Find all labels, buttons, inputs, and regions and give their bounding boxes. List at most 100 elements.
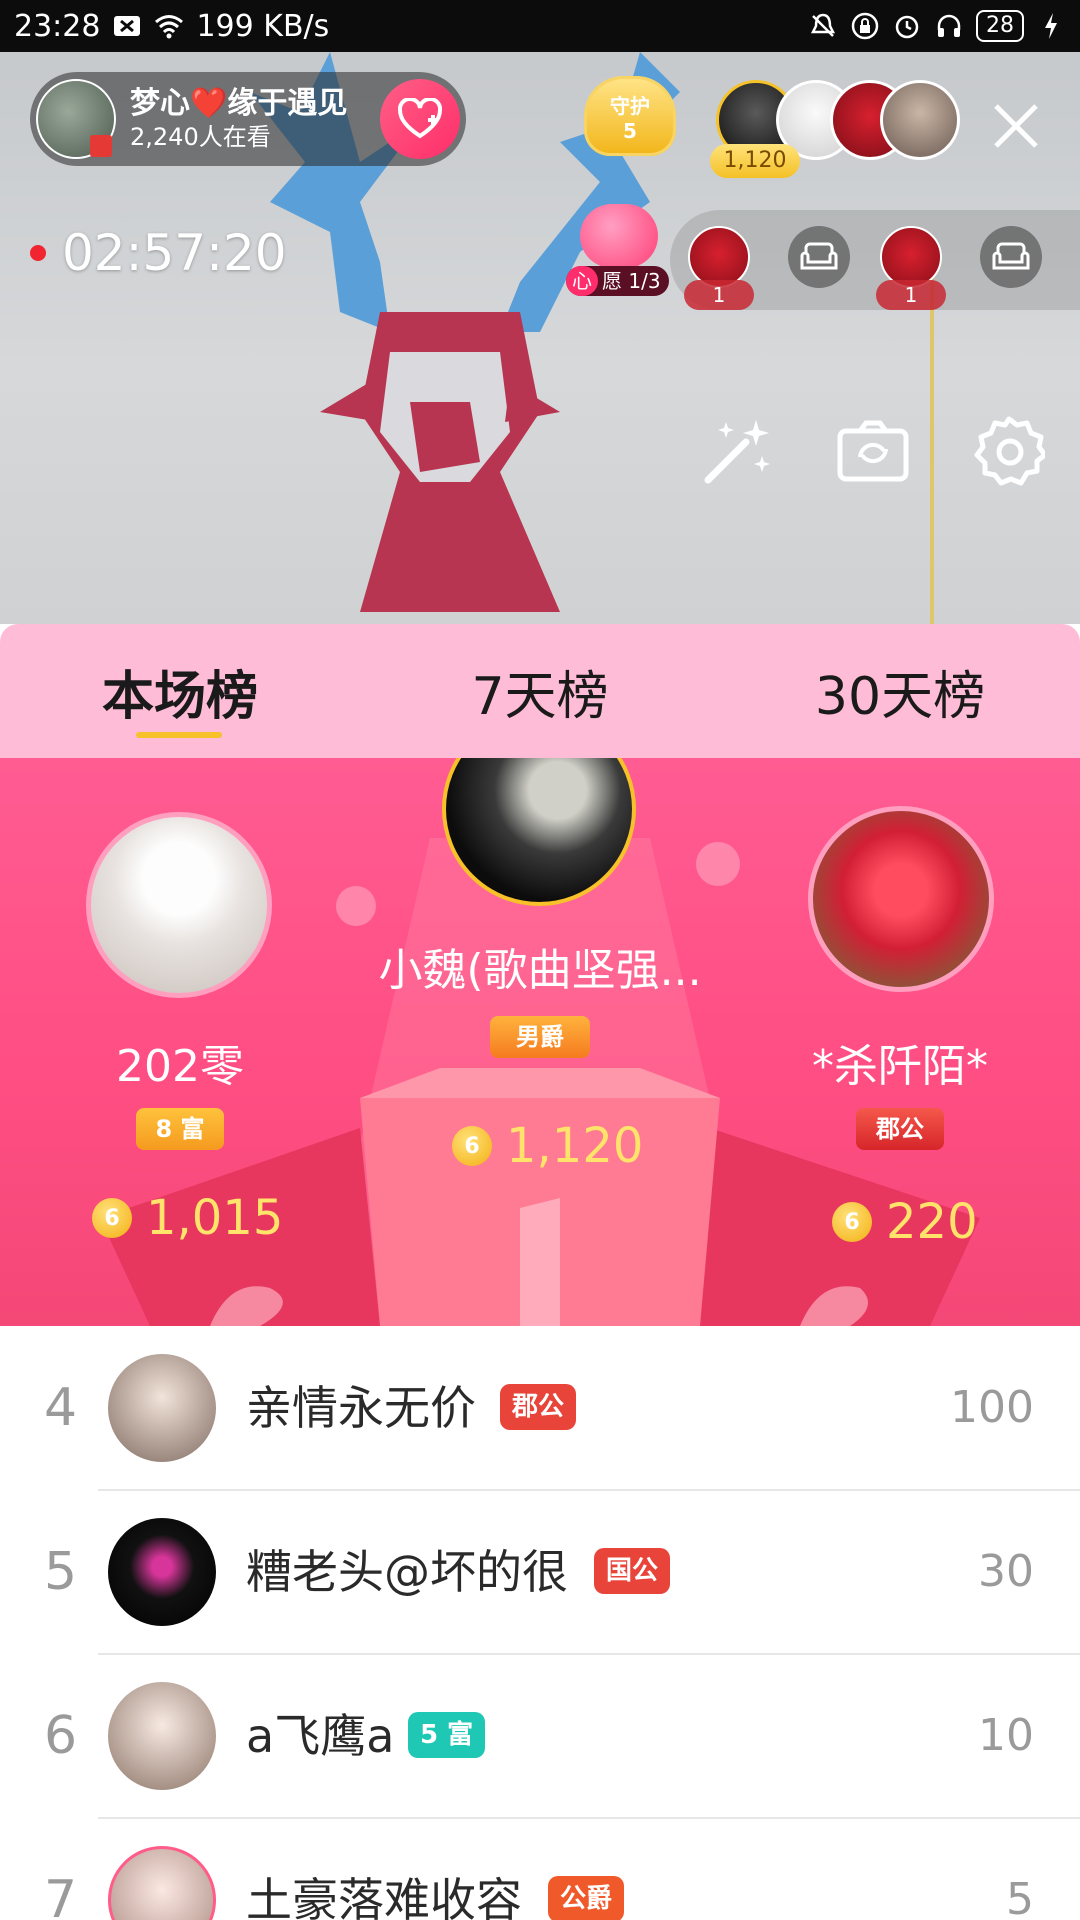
avatar[interactable]	[108, 1518, 216, 1626]
flag-icon	[90, 135, 112, 157]
network-speed: 199 KB/s	[196, 8, 330, 44]
lock-icon	[850, 11, 880, 41]
notification-icon	[112, 11, 142, 41]
ranking-tabs: 本场榜 7天榜 30天榜	[0, 624, 1080, 758]
score: 100	[950, 1382, 1034, 1433]
first-place-coins: 6 1,120	[452, 1118, 643, 1174]
second-place-title-badge: 8 富	[136, 1108, 224, 1150]
follow-button[interactable]	[380, 79, 460, 159]
wish-heart-icon	[580, 204, 658, 268]
headphones-icon	[934, 11, 964, 41]
guard-count: 5	[623, 118, 637, 143]
wish-progress: 愿 1/3	[602, 269, 661, 293]
rank-number: 7	[44, 1870, 78, 1920]
list-item[interactable]: 6 a飞鹰a 5 富 10	[0, 1654, 1080, 1818]
heart-plus-icon	[397, 98, 443, 139]
score: 5	[1006, 1874, 1034, 1920]
coin-icon: 6	[92, 1198, 132, 1238]
close-button[interactable]	[986, 96, 1046, 156]
title-badge: 5 富	[408, 1712, 486, 1758]
list-item[interactable]: 5 糟老头@坏的很 国公 30	[0, 1490, 1080, 1654]
close-icon	[994, 104, 1038, 148]
seat-rose-3[interactable]	[880, 226, 942, 288]
rank-number: 4	[44, 1378, 78, 1438]
avatar[interactable]	[108, 1846, 216, 1920]
host-avatar[interactable]	[36, 79, 116, 159]
score: 10	[978, 1710, 1034, 1761]
live-video-area[interactable]: 梦心❤️缘于遇见 2,240人在看 守护 5 1,120 02:57:20 1 …	[0, 52, 1080, 624]
status-bar: 23:28 199 KB/s 28	[0, 0, 1080, 52]
title-badge: 公爵	[548, 1876, 625, 1920]
user-name: a飞鹰a	[246, 1709, 395, 1763]
second-place-coins: 6 1,015	[92, 1190, 283, 1246]
wifi-icon	[154, 11, 184, 41]
avatar[interactable]	[108, 1682, 216, 1790]
coin-icon: 6	[832, 1202, 872, 1242]
flip-camera-button[interactable]	[836, 414, 910, 488]
top-viewers[interactable]: 1,120	[710, 80, 960, 200]
seat-count-1: 1	[684, 280, 754, 310]
top-viewer-score: 1,120	[710, 144, 800, 178]
live-timer: 02:57:20	[62, 224, 287, 282]
status-left: 23:28 199 KB/s	[14, 9, 329, 44]
third-place-coins: 6 220	[832, 1194, 978, 1250]
third-place-avatar[interactable]	[808, 806, 994, 992]
viewer-count: 2,240人在看	[130, 123, 271, 151]
charging-icon	[1036, 11, 1066, 41]
coin-icon: 6	[452, 1126, 492, 1166]
status-right: 28	[808, 10, 1066, 42]
seat-empty-4[interactable]	[980, 226, 1042, 288]
podium-section: 小魏(歌曲坚强... 男爵 6 1,120 202零 8 富 6 1,015 *…	[0, 758, 1080, 1326]
alarm-icon	[892, 11, 922, 41]
guard-crown-icon: 守护 5	[584, 76, 676, 156]
top-viewer-avatar[interactable]	[880, 80, 960, 160]
tab-7-days[interactable]: 7天榜	[360, 624, 720, 758]
seat-strip: 1 1	[670, 210, 1080, 310]
mute-icon	[808, 11, 838, 41]
user-name: 亲情永无价	[246, 1381, 476, 1435]
third-place-coins-value: 220	[886, 1194, 978, 1250]
cable-decoration	[930, 272, 934, 624]
host-name: 梦心❤️缘于遇见	[130, 86, 348, 121]
host-info-pill[interactable]: 梦心❤️缘于遇见 2,240人在看	[30, 72, 466, 166]
third-place-name: *杀阡陌*	[812, 1041, 988, 1092]
host-info: 梦心❤️缘于遇见 2,240人在看	[130, 86, 347, 152]
third-place-title-badge: 郡公	[856, 1108, 944, 1150]
tab-active-indicator	[136, 732, 222, 738]
ranking-list: 4 亲情永无价 郡公 100 5 糟老头@坏的很 国公 30 6 a飞鹰a 5 …	[0, 1326, 1080, 1920]
tab-30-days[interactable]: 30天榜	[720, 624, 1080, 758]
rank-number: 5	[44, 1542, 78, 1602]
battery-icon: 28	[976, 10, 1024, 42]
user-name: 糟老头@坏的很	[246, 1545, 568, 1599]
first-place-title-badge: 男爵	[490, 1016, 590, 1058]
first-place-coins-value: 1,120	[506, 1118, 644, 1174]
score: 30	[978, 1546, 1034, 1597]
clock: 23:28	[14, 8, 101, 44]
wish-tag: 心	[566, 266, 598, 296]
seat-count-3: 1	[876, 280, 946, 310]
guard-label: 守护	[610, 93, 650, 118]
avatar[interactable]	[108, 1354, 216, 1462]
flip-camera-icon	[837, 420, 909, 482]
list-item[interactable]: 4 亲情永无价 郡公 100	[0, 1326, 1080, 1490]
rank-number: 6	[44, 1706, 78, 1766]
sofa-icon	[800, 242, 838, 270]
settings-button[interactable]	[972, 414, 1046, 488]
seat-empty-2[interactable]	[788, 226, 850, 288]
sofa-icon	[992, 242, 1030, 270]
beauty-wand-icon	[704, 420, 770, 484]
user-name: 土豪落难收容	[246, 1873, 522, 1920]
second-place-coins-value: 1,015	[146, 1190, 284, 1246]
recording-dot	[30, 245, 46, 261]
seat-rose-1[interactable]	[688, 226, 750, 288]
list-item[interactable]: 7 土豪落难收容 公爵 5	[0, 1818, 1080, 1920]
guard-badge[interactable]: 守护 5	[584, 76, 676, 176]
title-badge: 国公	[594, 1548, 671, 1594]
beauty-button[interactable]	[700, 414, 774, 488]
first-place-name: 小魏(歌曲坚强...	[378, 945, 702, 996]
wish-label: 心 愿 1/3	[566, 266, 669, 296]
wish-heart[interactable]: 心 愿 1/3	[566, 204, 670, 296]
second-place-avatar[interactable]	[86, 812, 272, 998]
settings-icon	[974, 416, 1045, 486]
second-place-name: 202零	[116, 1041, 244, 1092]
